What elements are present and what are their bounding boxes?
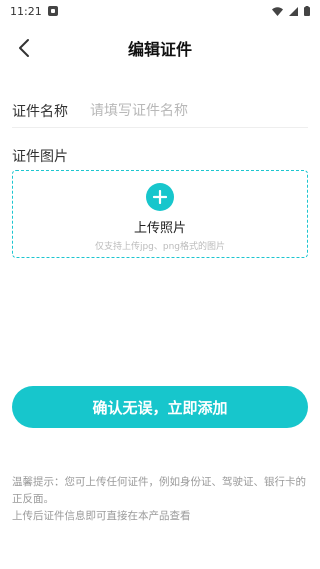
header: 编辑证件	[0, 28, 320, 68]
tips-line-2: 上传后证件信息即可直接在本产品查看	[12, 510, 191, 522]
certificate-name-row: 证件名称	[12, 94, 308, 128]
plus-circle-icon	[146, 183, 174, 211]
upload-photo-area[interactable]: 上传照片 仅支持上传jpg、png格式的图片	[12, 170, 308, 258]
status-time: 11:21	[10, 4, 42, 18]
signal-icon	[289, 6, 298, 16]
status-bar: 11:21	[0, 0, 320, 22]
chevron-left-icon	[19, 39, 29, 57]
tips: 温馨提示：您可上传任何证件，例如身份证、驾驶证、银行卡的正反面。 上传后证件信息…	[12, 474, 308, 525]
back-button[interactable]	[10, 34, 38, 62]
status-left: 11:21	[10, 5, 58, 18]
upload-hint: 仅支持上传jpg、png格式的图片	[94, 242, 226, 252]
page-title: 编辑证件	[127, 40, 192, 59]
upload-title: 上传照片	[133, 221, 186, 236]
certificate-name-input[interactable]	[90, 102, 308, 119]
notification-icon	[47, 6, 58, 16]
wifi-icon	[272, 6, 283, 16]
tips-line-1: 温馨提示：您可上传任何证件，例如身份证、驾驶证、银行卡的正反面。	[12, 476, 306, 505]
certificate-image-label: 证件图片	[12, 149, 68, 165]
battery-icon	[304, 6, 310, 16]
confirm-add-button[interactable]: 确认无误，立即添加	[12, 386, 308, 428]
status-right	[272, 6, 310, 16]
certificate-name-label: 证件名称	[12, 103, 68, 120]
